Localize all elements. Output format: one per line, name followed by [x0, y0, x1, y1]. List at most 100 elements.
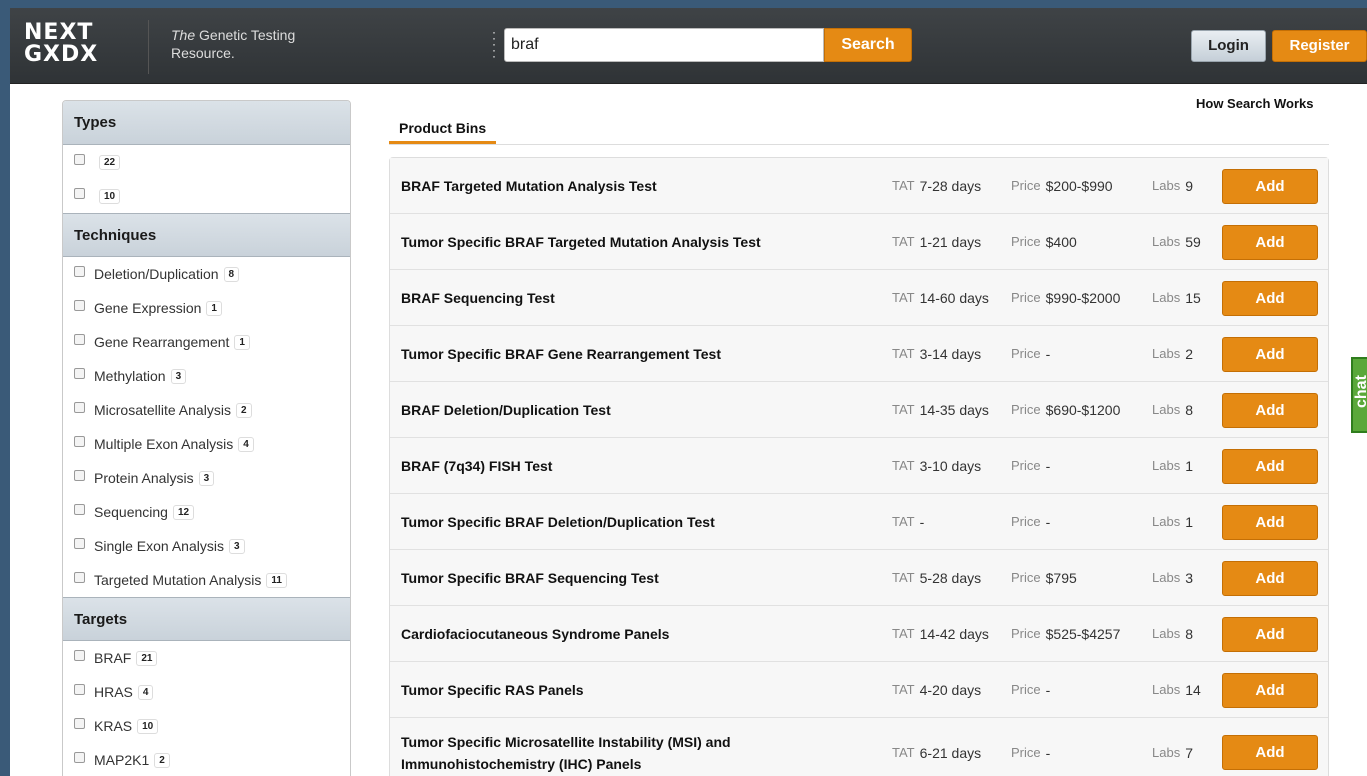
tat-label: TAT	[892, 402, 915, 417]
search-input[interactable]	[504, 28, 824, 62]
result-name[interactable]: Tumor Specific BRAF Targeted Mutation An…	[401, 214, 861, 269]
filter-checkbox[interactable]	[74, 401, 85, 413]
login-button[interactable]: Login	[1191, 30, 1266, 62]
result-row: BRAF (7q34) FISH Test TAT 3-10 days Price - L…	[390, 438, 1328, 494]
result-price: Price $990-$2000	[1011, 270, 1120, 325]
add-button[interactable]: Add	[1222, 169, 1318, 204]
result-tat: TAT 4-20 days	[892, 662, 981, 717]
result-name[interactable]: BRAF Deletion/Duplication Test	[401, 382, 861, 437]
filter-checkbox[interactable]	[74, 265, 85, 277]
result-name[interactable]: BRAF Targeted Mutation Analysis Test	[401, 158, 861, 213]
result-price: Price $200-$990	[1011, 158, 1113, 213]
filter-item[interactable]: Gene Rearrangement 1	[63, 325, 350, 359]
search-button[interactable]: Search	[824, 28, 912, 62]
filter-checkbox[interactable]	[74, 537, 85, 549]
result-labs: Labs 1	[1152, 438, 1193, 493]
filter-count-badge: 8	[223, 266, 240, 282]
filter-checkbox[interactable]	[74, 649, 85, 661]
add-button[interactable]: Add	[1222, 225, 1318, 260]
filter-item[interactable]: 22	[63, 145, 350, 179]
result-name[interactable]: Tumor Specific Microsatellite Instabilit…	[401, 718, 861, 776]
how-search-works-link[interactable]: How Search Works	[1196, 96, 1314, 111]
result-row: BRAF Deletion/Duplication Test TAT 14-35 d…	[390, 382, 1328, 438]
result-name[interactable]: BRAF (7q34) FISH Test	[401, 438, 861, 493]
filter-checkbox[interactable]	[74, 751, 85, 763]
filter-item[interactable]: Gene Expression 1	[63, 291, 350, 325]
chat-tab[interactable]: chat	[1351, 357, 1367, 433]
filter-item[interactable]: Protein Analysis 3	[63, 461, 350, 495]
labs-value: 7	[1185, 744, 1193, 761]
add-button[interactable]: Add	[1222, 449, 1318, 484]
types-heading: Types	[63, 101, 350, 145]
result-name[interactable]: Cardiofaciocutaneous Syndrome Panels	[401, 606, 861, 661]
tat-label: TAT	[892, 745, 915, 760]
result-name[interactable]: Tumor Specific BRAF Sequencing Test	[401, 550, 861, 605]
labs-label: Labs	[1152, 234, 1181, 249]
result-price: Price -	[1011, 326, 1050, 381]
result-name[interactable]: BRAF Sequencing Test	[401, 270, 861, 325]
filter-item[interactable]: BRAF 21	[63, 641, 350, 675]
filter-checkbox[interactable]	[74, 571, 85, 583]
filter-checkbox[interactable]	[74, 503, 85, 515]
result-price: Price -	[1011, 438, 1050, 493]
filter-item[interactable]: Sequencing 12	[63, 495, 350, 529]
tat-value: 1-21 days	[919, 233, 982, 250]
add-button[interactable]: Add	[1222, 673, 1318, 708]
tab-product-bins[interactable]: Product Bins	[389, 110, 496, 144]
filter-item[interactable]: HRAS 4	[63, 675, 350, 709]
filter-checkbox[interactable]	[74, 333, 85, 345]
result-labs: Labs 8	[1152, 606, 1193, 661]
filter-item[interactable]: Single Exon Analysis 3	[63, 529, 350, 563]
add-button[interactable]: Add	[1222, 561, 1318, 596]
filter-item[interactable]: Microsatellite Analysis 2	[63, 393, 350, 427]
tat-value: 3-14 days	[919, 345, 982, 362]
filter-label: Sequencing	[94, 504, 168, 520]
add-button[interactable]: Add	[1222, 735, 1318, 770]
price-label: Price	[1011, 402, 1041, 417]
nextgxdx-logo[interactable]: NEXT GXDX	[24, 22, 134, 70]
filter-count-badge: 2	[154, 752, 170, 768]
targets-heading: Targets	[63, 597, 350, 641]
price-label: Price	[1011, 514, 1041, 529]
filter-item[interactable]: Deletion/Duplication 8	[63, 257, 350, 291]
filter-label: Gene Rearrangement	[94, 334, 230, 350]
register-button[interactable]: Register	[1272, 30, 1367, 62]
add-button[interactable]: Add	[1222, 505, 1318, 540]
result-labs: Labs 14	[1152, 662, 1201, 717]
tat-label: TAT	[892, 346, 915, 361]
add-button[interactable]: Add	[1222, 617, 1318, 652]
filter-item[interactable]: MAP2K1 2	[63, 743, 350, 776]
site-header: NEXT GXDX The Genetic Testing Resource. …	[10, 8, 1367, 84]
filter-checkbox[interactable]	[74, 299, 85, 311]
filter-checkbox[interactable]	[74, 435, 85, 447]
price-value: $690-$1200	[1045, 401, 1121, 418]
filter-checkbox[interactable]	[74, 367, 85, 379]
filter-checkbox[interactable]	[74, 469, 85, 481]
add-button[interactable]: Add	[1222, 281, 1318, 316]
window-frame-top	[0, 0, 1367, 8]
add-button[interactable]: Add	[1222, 393, 1318, 428]
result-name[interactable]: Tumor Specific RAS Panels	[401, 662, 861, 717]
tat-value: 6-21 days	[919, 744, 982, 761]
price-label: Price	[1011, 682, 1041, 697]
filter-checkbox[interactable]	[74, 683, 85, 695]
result-labs: Labs 1	[1152, 494, 1193, 549]
result-name[interactable]: Tumor Specific BRAF Gene Rearrangement T…	[401, 326, 861, 381]
price-label: Price	[1011, 346, 1041, 361]
types-list: 22 10	[63, 145, 350, 213]
tat-label: TAT	[892, 570, 915, 585]
filter-checkbox[interactable]	[74, 717, 85, 729]
filter-item[interactable]: Targeted Mutation Analysis 11	[63, 563, 350, 597]
filter-item[interactable]: KRAS 10	[63, 709, 350, 743]
filter-count-badge: 4	[238, 436, 254, 452]
filter-checkbox[interactable]	[74, 153, 85, 165]
filter-item[interactable]: Multiple Exon Analysis 4	[63, 427, 350, 461]
filter-checkbox[interactable]	[74, 187, 85, 199]
filter-item[interactable]: 10	[63, 179, 350, 213]
result-name[interactable]: Tumor Specific BRAF Deletion/Duplication…	[401, 494, 861, 549]
price-value: $400	[1045, 233, 1077, 250]
filter-item[interactable]: Methylation 3	[63, 359, 350, 393]
add-button[interactable]: Add	[1222, 337, 1318, 372]
filter-count-badge: 12	[172, 504, 195, 520]
tat-value: 5-28 days	[919, 569, 982, 586]
